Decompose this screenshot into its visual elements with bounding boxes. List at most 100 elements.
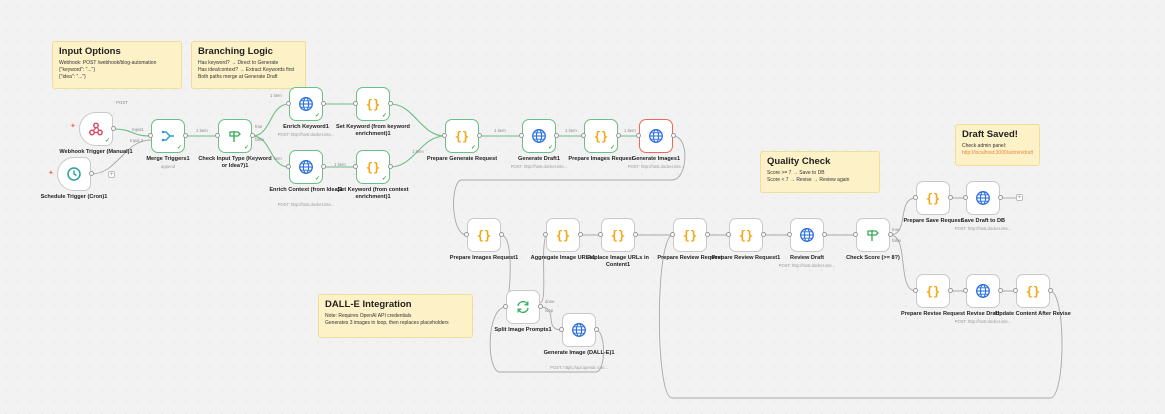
node-subtitle: POST: http://host.docker.inte... [954,319,1012,324]
sticky-note-quality-check[interactable]: Quality Check Score >= 7 → Save to DB Scor… [760,151,880,193]
output-port[interactable] [998,195,1003,200]
output-port[interactable] [89,171,94,176]
node-split[interactable] [506,290,540,324]
node-prepare-save[interactable]: {} [916,181,950,215]
globe-icon [571,322,587,338]
node-label: Replace Image URLs in Content1 [587,255,649,268]
edge-label: 1 item [565,128,577,133]
output-port[interactable] [671,133,676,138]
output-port[interactable] [616,133,621,138]
input-port[interactable] [464,232,469,237]
svg-text:{}: {} [366,161,380,175]
code-icon: {} [924,190,942,206]
input-port[interactable] [1013,288,1018,293]
input-port[interactable] [559,327,564,332]
node-prepare-images-top[interactable]: {} ✓ [584,119,618,153]
output-port[interactable] [948,288,953,293]
node-update-content[interactable]: {} [1016,274,1050,308]
input-port[interactable] [148,133,153,138]
input-port[interactable] [353,164,358,169]
node-check-score[interactable] [856,218,890,252]
node-label: Webhook Trigger (Manual)1 [59,149,133,155]
output-port[interactable] [761,232,766,237]
note-title: DALL-E Integration [325,299,412,310]
workflow-canvas[interactable]: Input Options Webhook: POST /webhook/blog… [0,0,1165,414]
input-port[interactable] [913,195,918,200]
node-enrich-keyword[interactable]: ✓ [289,87,323,121]
node-subtitle: POST: http://host.docker.inte... [627,164,685,169]
node-generate-draft[interactable]: ✓ [522,119,556,153]
output-port[interactable] [321,164,326,169]
input-port[interactable] [442,133,447,138]
node-webhook[interactable]: ✓ [79,112,113,146]
output-port[interactable] [594,327,599,332]
input-port[interactable] [503,304,508,309]
input-port[interactable] [726,232,731,237]
input-port[interactable] [963,288,968,293]
node-save[interactable] [966,181,1000,215]
output-port[interactable] [477,133,482,138]
output-port[interactable] [554,133,559,138]
input-port[interactable] [353,101,358,106]
input-port[interactable] [286,101,291,106]
sticky-note-branching-logic[interactable]: Branching Logic Has keyword? → Direct to … [191,41,306,89]
output-port[interactable] [998,288,1003,293]
input-port[interactable] [215,133,220,138]
output-port[interactable] [1048,288,1053,293]
note-line: Both paths merge at Generate Draft [198,74,278,80]
node-prepare-review[interactable]: {} [673,218,707,252]
node-prepare-generate[interactable]: {} ✓ [445,119,479,153]
add-node-button[interactable]: + [1016,194,1023,201]
output-port[interactable] [183,133,188,138]
node-prepare-images[interactable]: {} [467,218,501,252]
input-port[interactable] [543,232,548,237]
output-port[interactable] [888,232,893,237]
output-port[interactable] [111,126,116,131]
input-port[interactable] [670,232,675,237]
output-port[interactable] [578,232,583,237]
input-port[interactable] [913,288,918,293]
node-revise[interactable] [966,274,1000,308]
node-aggregate[interactable]: {} [546,218,580,252]
edge-label: true [255,124,263,129]
node-replace[interactable]: {} [601,218,635,252]
node-check-input[interactable]: ✓ [218,119,252,153]
sticky-note-input-options[interactable]: Input Options Webhook: POST /webhook/blog… [52,41,182,89]
sticky-note-draft-saved[interactable]: Draft Saved! Check admin panel: http://loc… [955,124,1040,166]
input-port[interactable] [598,232,603,237]
node-generate-dalle[interactable] [562,313,596,347]
code-icon: {} [924,283,942,299]
code-icon: {} [554,227,572,243]
node-generate-images[interactable] [639,119,673,153]
node-set-kw-context[interactable]: {} ✓ [356,150,390,184]
edge-label: done [545,299,555,304]
output-port[interactable] [388,101,393,106]
output-port[interactable] [499,232,504,237]
node-merge[interactable]: ✓ [151,119,185,153]
success-check-icon: ✓ [314,113,320,119]
edge-label: false [255,137,265,142]
output-port[interactable] [633,232,638,237]
node-prepare-review1[interactable]: {} [729,218,763,252]
output-port[interactable] [388,164,393,169]
output-port[interactable] [822,232,827,237]
output-port[interactable] [321,101,326,106]
sticky-note-dalle[interactable]: DALL-E Integration Note: Requires OpenAI … [318,294,473,338]
input-port[interactable] [581,133,586,138]
connection[interactable] [889,234,917,292]
input-port[interactable] [519,133,524,138]
node-enrich-context[interactable]: ✓ [289,150,323,184]
input-port[interactable] [636,133,641,138]
add-node-button[interactable]: + [108,171,115,178]
input-port[interactable] [787,232,792,237]
node-set-kw-keyword[interactable]: {} ✓ [356,87,390,121]
output-port[interactable] [948,195,953,200]
output-port[interactable] [538,304,543,309]
input-port[interactable] [286,164,291,169]
node-review[interactable] [790,218,824,252]
node-schedule[interactable] [57,157,91,191]
node-prepare-revise[interactable]: {} [916,274,950,308]
input-port[interactable] [963,195,968,200]
output-port[interactable] [705,232,710,237]
input-port[interactable] [853,232,858,237]
